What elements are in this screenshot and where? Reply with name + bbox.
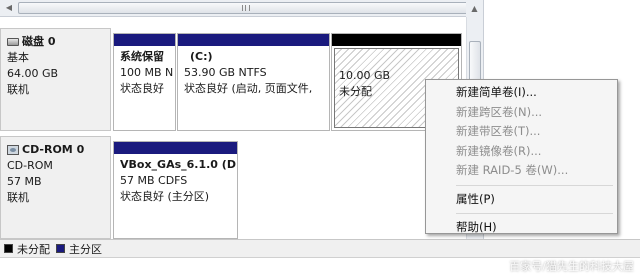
hard-disk-icon bbox=[7, 38, 19, 46]
primary-partition-swatch bbox=[56, 244, 65, 253]
menu-separator bbox=[456, 213, 613, 214]
partition-size: 57 MB CDFS bbox=[120, 174, 188, 187]
partition-title: VBox_GAs_6.1.0 (D bbox=[120, 158, 236, 171]
menu-new-raid5-volume: 新建 RAID-5 卷(W)... bbox=[456, 163, 569, 177]
menu-separator bbox=[456, 184, 613, 186]
primary-partition-bar bbox=[114, 142, 237, 154]
disk-size: 57 MB bbox=[7, 175, 42, 188]
disk-status: 联机 bbox=[7, 191, 29, 204]
horizontal-scrollbar[interactable]: ◀ ▶ bbox=[0, 0, 483, 17]
partition-title bbox=[339, 52, 458, 68]
legend-primary-label: 主分区 bbox=[69, 242, 102, 256]
context-menu: 新建简单卷(I)... 新建跨区卷(N)... 新建带区卷(T)... 新建镜像… bbox=[425, 79, 618, 234]
partition-title: 系统保留 bbox=[120, 50, 164, 63]
disk-0-info[interactable]: 磁盘 0 基本 64.00 GB 联机 bbox=[0, 28, 111, 131]
disk-name: CD-ROM 0 bbox=[22, 143, 85, 156]
disk-status: 联机 bbox=[7, 83, 29, 96]
scroll-left-icon[interactable]: ◀ bbox=[3, 2, 15, 14]
partition-title: (C:) bbox=[190, 50, 213, 63]
unallocated-bar bbox=[332, 34, 461, 46]
partition-size: 53.90 GB NTFS bbox=[184, 66, 267, 79]
partition-status: 状态良好 bbox=[120, 82, 164, 95]
disk-type: 基本 bbox=[7, 51, 29, 64]
horizontal-scroll-thumb[interactable] bbox=[18, 2, 473, 14]
legend: 未分配 主分区 bbox=[0, 239, 640, 257]
primary-partition-bar bbox=[114, 34, 175, 46]
cd-rom-name-row: CD-ROM 0 bbox=[7, 142, 110, 158]
partition-system-reserved[interactable]: 系统保留 100 MB N 状态良好 bbox=[113, 33, 176, 131]
disk-name: 磁盘 0 bbox=[22, 35, 56, 48]
menu-new-simple-volume[interactable]: 新建简单卷(I)... bbox=[428, 83, 615, 103]
menu-help[interactable]: 帮助(H) bbox=[428, 218, 615, 238]
menu-properties[interactable]: 属性(P) bbox=[428, 190, 615, 210]
cd-rom-0-info[interactable]: CD-ROM 0 CD-ROM 57 MB 联机 bbox=[0, 136, 111, 239]
menu-new-spanned-volume: 新建跨区卷(N)... bbox=[456, 104, 543, 119]
disk-type: CD-ROM bbox=[7, 159, 53, 172]
partition-size: 100 MB N bbox=[120, 66, 174, 79]
disk-0-name-row: 磁盘 0 bbox=[7, 34, 110, 50]
watermark: 百家号/猫先生的科技大屋 bbox=[509, 260, 634, 273]
cd-rom-icon bbox=[7, 145, 19, 155]
partition-status: 状态良好 (主分区) bbox=[120, 190, 210, 203]
scroll-up-icon[interactable]: ▲ bbox=[466, 0, 483, 17]
primary-partition-bar bbox=[178, 34, 329, 46]
menu-new-striped-volume: 新建带区卷(T)... bbox=[456, 124, 541, 138]
unallocated-swatch bbox=[4, 244, 13, 253]
partition-cd-rom[interactable]: VBox_GAs_6.1.0 (D 57 MB CDFS 状态良好 (主分区) bbox=[113, 141, 238, 239]
menu-new-mirrored-volume: 新建镜像卷(R)... bbox=[456, 143, 542, 158]
legend-unallocated-label: 未分配 bbox=[17, 242, 50, 256]
partition-status: 状态良好 (启动, 页面文件, bbox=[184, 82, 313, 95]
partition-c-drive[interactable]: (C:) 53.90 GB NTFS 状态良好 (启动, 页面文件, bbox=[177, 33, 330, 131]
disk-size: 64.00 GB bbox=[7, 67, 59, 80]
